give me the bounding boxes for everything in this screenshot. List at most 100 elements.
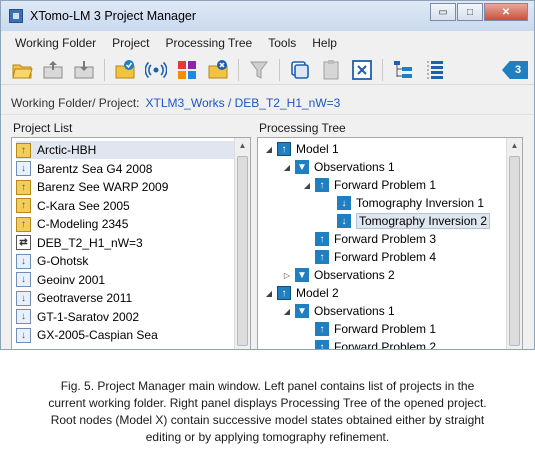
tree-node-label: Forward Problem 2 bbox=[334, 340, 437, 350]
down-node-icon: ↓ bbox=[337, 196, 351, 210]
project-list-item[interactable]: ↑ Barenz See WARP 2009 bbox=[16, 178, 234, 196]
project-list-scrollbar[interactable]: ▲ bbox=[234, 138, 250, 349]
maximize-button[interactable]: □ bbox=[457, 3, 483, 21]
processing-tree[interactable]: ◢ ↑ Model 1 ◢ ▼ Observations 1 ◢ ↑ Forward Probl… bbox=[257, 137, 523, 350]
working-folder-label: Working Folder/ Project: bbox=[11, 95, 140, 110]
tree-node-label: Forward Problem 3 bbox=[334, 232, 437, 246]
project-list-item[interactable]: ⇄ DEB_T2_H1_nW=3 bbox=[16, 234, 234, 252]
folder-up-icon[interactable] bbox=[42, 59, 64, 81]
caption-line: Root nodes (Model X) contain successive … bbox=[50, 413, 485, 427]
color-grid-icon[interactable] bbox=[176, 59, 198, 81]
tree-expand-icon[interactable] bbox=[392, 59, 414, 81]
tree-node[interactable]: ↑ Forward Problem 1 bbox=[302, 320, 436, 338]
down-node-icon: ↓ bbox=[337, 214, 351, 228]
tree-node[interactable]: ▷ ▼ Observations 2 bbox=[282, 266, 395, 284]
working-folder-path[interactable]: XTLM3_Works / DEB_T2_H1_nW=3 bbox=[146, 96, 341, 110]
tree-expander-icon[interactable]: ◢ bbox=[264, 145, 274, 154]
scroll-up-arrow-icon[interactable]: ▲ bbox=[509, 140, 520, 152]
caption-line: editing or by applying tomography refine… bbox=[145, 430, 390, 444]
tree-expander-icon[interactable]: ◢ bbox=[302, 181, 312, 190]
folder-down-icon: ↓ bbox=[16, 290, 31, 306]
up-node-icon: ↑ bbox=[315, 340, 329, 349]
project-list-item[interactable]: ↓ GT-1-Saratov 2002 bbox=[16, 308, 234, 326]
working-folder-bar: Working Folder/ Project: XTLM3_Works / D… bbox=[1, 91, 534, 115]
tree-node[interactable]: ↓ Tomography Inversion 1 bbox=[324, 194, 484, 212]
tree-expander-icon[interactable]: ▷ bbox=[282, 271, 292, 280]
tree-list-icon[interactable] bbox=[423, 59, 445, 81]
project-list-item-label: C-Modeling 2345 bbox=[37, 217, 129, 231]
menu-processing-tree[interactable]: Processing Tree bbox=[158, 36, 261, 50]
project-list-item[interactable]: ↓ Geotraverse 2011 bbox=[16, 289, 234, 307]
tree-node-label: Forward Problem 1 bbox=[334, 178, 437, 192]
tree-node-label: Observations 2 bbox=[314, 268, 395, 282]
tree-expander-icon[interactable]: ◢ bbox=[264, 289, 274, 298]
tree-node-label: Forward Problem 4 bbox=[334, 250, 437, 264]
obs-node-icon: ▼ bbox=[295, 304, 309, 318]
project-list-item[interactable]: ↑ C-Kara See 2005 bbox=[16, 197, 234, 215]
processing-tree-title: Processing Tree bbox=[259, 121, 346, 135]
tree-node-label: Model 1 bbox=[296, 142, 339, 156]
tree-node[interactable]: ◢ ▼ Observations 1 bbox=[282, 158, 395, 176]
folder-close-icon[interactable] bbox=[207, 59, 229, 81]
tree-node[interactable]: ↓ Tomography Inversion 2 bbox=[324, 212, 491, 230]
tree-node[interactable]: ↑ Forward Problem 2 bbox=[302, 338, 437, 350]
folder-up-icon: ↑ bbox=[16, 216, 31, 232]
menu-tools[interactable]: Tools bbox=[260, 36, 304, 50]
project-list-item[interactable]: ↑ C-Modeling 2345 bbox=[16, 215, 234, 233]
menu-working-folder[interactable]: Working Folder bbox=[7, 36, 104, 50]
tree-node-label: Tomography Inversion 1 bbox=[356, 196, 485, 210]
close-box-icon[interactable] bbox=[351, 59, 373, 81]
project-list-item-label: Geoinv 2001 bbox=[37, 272, 106, 287]
broadcast-icon[interactable] bbox=[145, 59, 167, 81]
copy-icon[interactable] bbox=[289, 59, 311, 81]
project-manager-window: XTomo-LM 3 Project Manager ▭ □ ✕ Working… bbox=[0, 0, 535, 350]
menu-help[interactable]: Help bbox=[304, 36, 345, 50]
scroll-up-arrow-icon[interactable]: ▲ bbox=[237, 140, 248, 152]
tree-expander-icon[interactable]: ◢ bbox=[282, 163, 292, 172]
folder-down-icon[interactable] bbox=[73, 59, 95, 81]
folder-up-icon: ↑ bbox=[16, 198, 31, 213]
project-list-item[interactable]: ↓ Barentz Sea G4 2008 bbox=[16, 160, 234, 178]
tree-node-label: Model 2 bbox=[296, 286, 339, 300]
filter-icon[interactable] bbox=[248, 59, 270, 81]
minimize-button[interactable]: ▭ bbox=[430, 3, 456, 21]
project-list-item[interactable]: ↓ G-Ohotsk bbox=[16, 252, 234, 270]
processing-tree-scrollbar[interactable]: ▲ bbox=[506, 138, 522, 349]
tree-node[interactable]: ◢ ▼ Observations 1 bbox=[282, 302, 395, 320]
tree-node-label: Observations 1 bbox=[314, 160, 395, 174]
toolbar-separator bbox=[104, 58, 105, 81]
tree-node[interactable]: ◢ ↑ Model 2 bbox=[264, 284, 339, 302]
project-check-icon[interactable] bbox=[114, 59, 136, 81]
caption-line: current working folder. Right panel disp… bbox=[48, 396, 487, 410]
folder-up-icon: ↑ bbox=[16, 179, 31, 195]
paste-icon[interactable] bbox=[320, 59, 342, 81]
menu-project[interactable]: Project bbox=[104, 36, 157, 50]
scroll-thumb[interactable] bbox=[237, 156, 248, 346]
menu-bar: Working Folder Project Processing Tree T… bbox=[1, 33, 534, 53]
toolbar-separator bbox=[279, 58, 280, 81]
project-list-item-label: Arctic-HBH bbox=[37, 143, 97, 157]
close-button[interactable]: ✕ bbox=[484, 3, 528, 21]
up-node-icon: ↑ bbox=[315, 322, 329, 336]
model-node-icon: ↑ bbox=[277, 142, 291, 156]
up-node-icon: ↑ bbox=[315, 178, 329, 192]
model-node-icon: ↑ bbox=[277, 286, 291, 300]
tree-node[interactable]: ◢ ↑ Forward Problem 1 bbox=[302, 176, 436, 194]
scroll-thumb[interactable] bbox=[509, 156, 520, 346]
tree-node[interactable]: ◢ ↑ Model 1 bbox=[264, 140, 339, 158]
project-list-item[interactable]: ↑ Arctic-HBH bbox=[16, 141, 234, 159]
tree-node-label: Observations 1 bbox=[314, 304, 395, 318]
project-list-item[interactable]: ↓ GX-2005-Caspian Sea bbox=[16, 326, 234, 344]
up-node-icon: ↑ bbox=[315, 250, 329, 264]
folder-open-icon[interactable] bbox=[11, 59, 33, 81]
folder-down-icon: ↓ bbox=[16, 327, 31, 343]
toolbar-separator bbox=[238, 58, 239, 81]
project-open-icon: ⇄ bbox=[16, 235, 31, 250]
tree-expander-icon[interactable]: ◢ bbox=[282, 307, 292, 316]
project-list-item[interactable]: ↓ Geoinv 2001 bbox=[16, 271, 234, 289]
tree-node[interactable]: ↑ Forward Problem 3 bbox=[302, 230, 436, 248]
project-list[interactable]: ↑ Arctic-HBH ↓ Barentz Sea G4 2008 ↑ Barenz S… bbox=[11, 137, 251, 349]
tree-node[interactable]: ↑ Forward Problem 4 bbox=[302, 248, 436, 266]
up-node-icon: ↑ bbox=[315, 232, 329, 246]
project-list-item-label: G-Ohotsk bbox=[37, 254, 89, 268]
